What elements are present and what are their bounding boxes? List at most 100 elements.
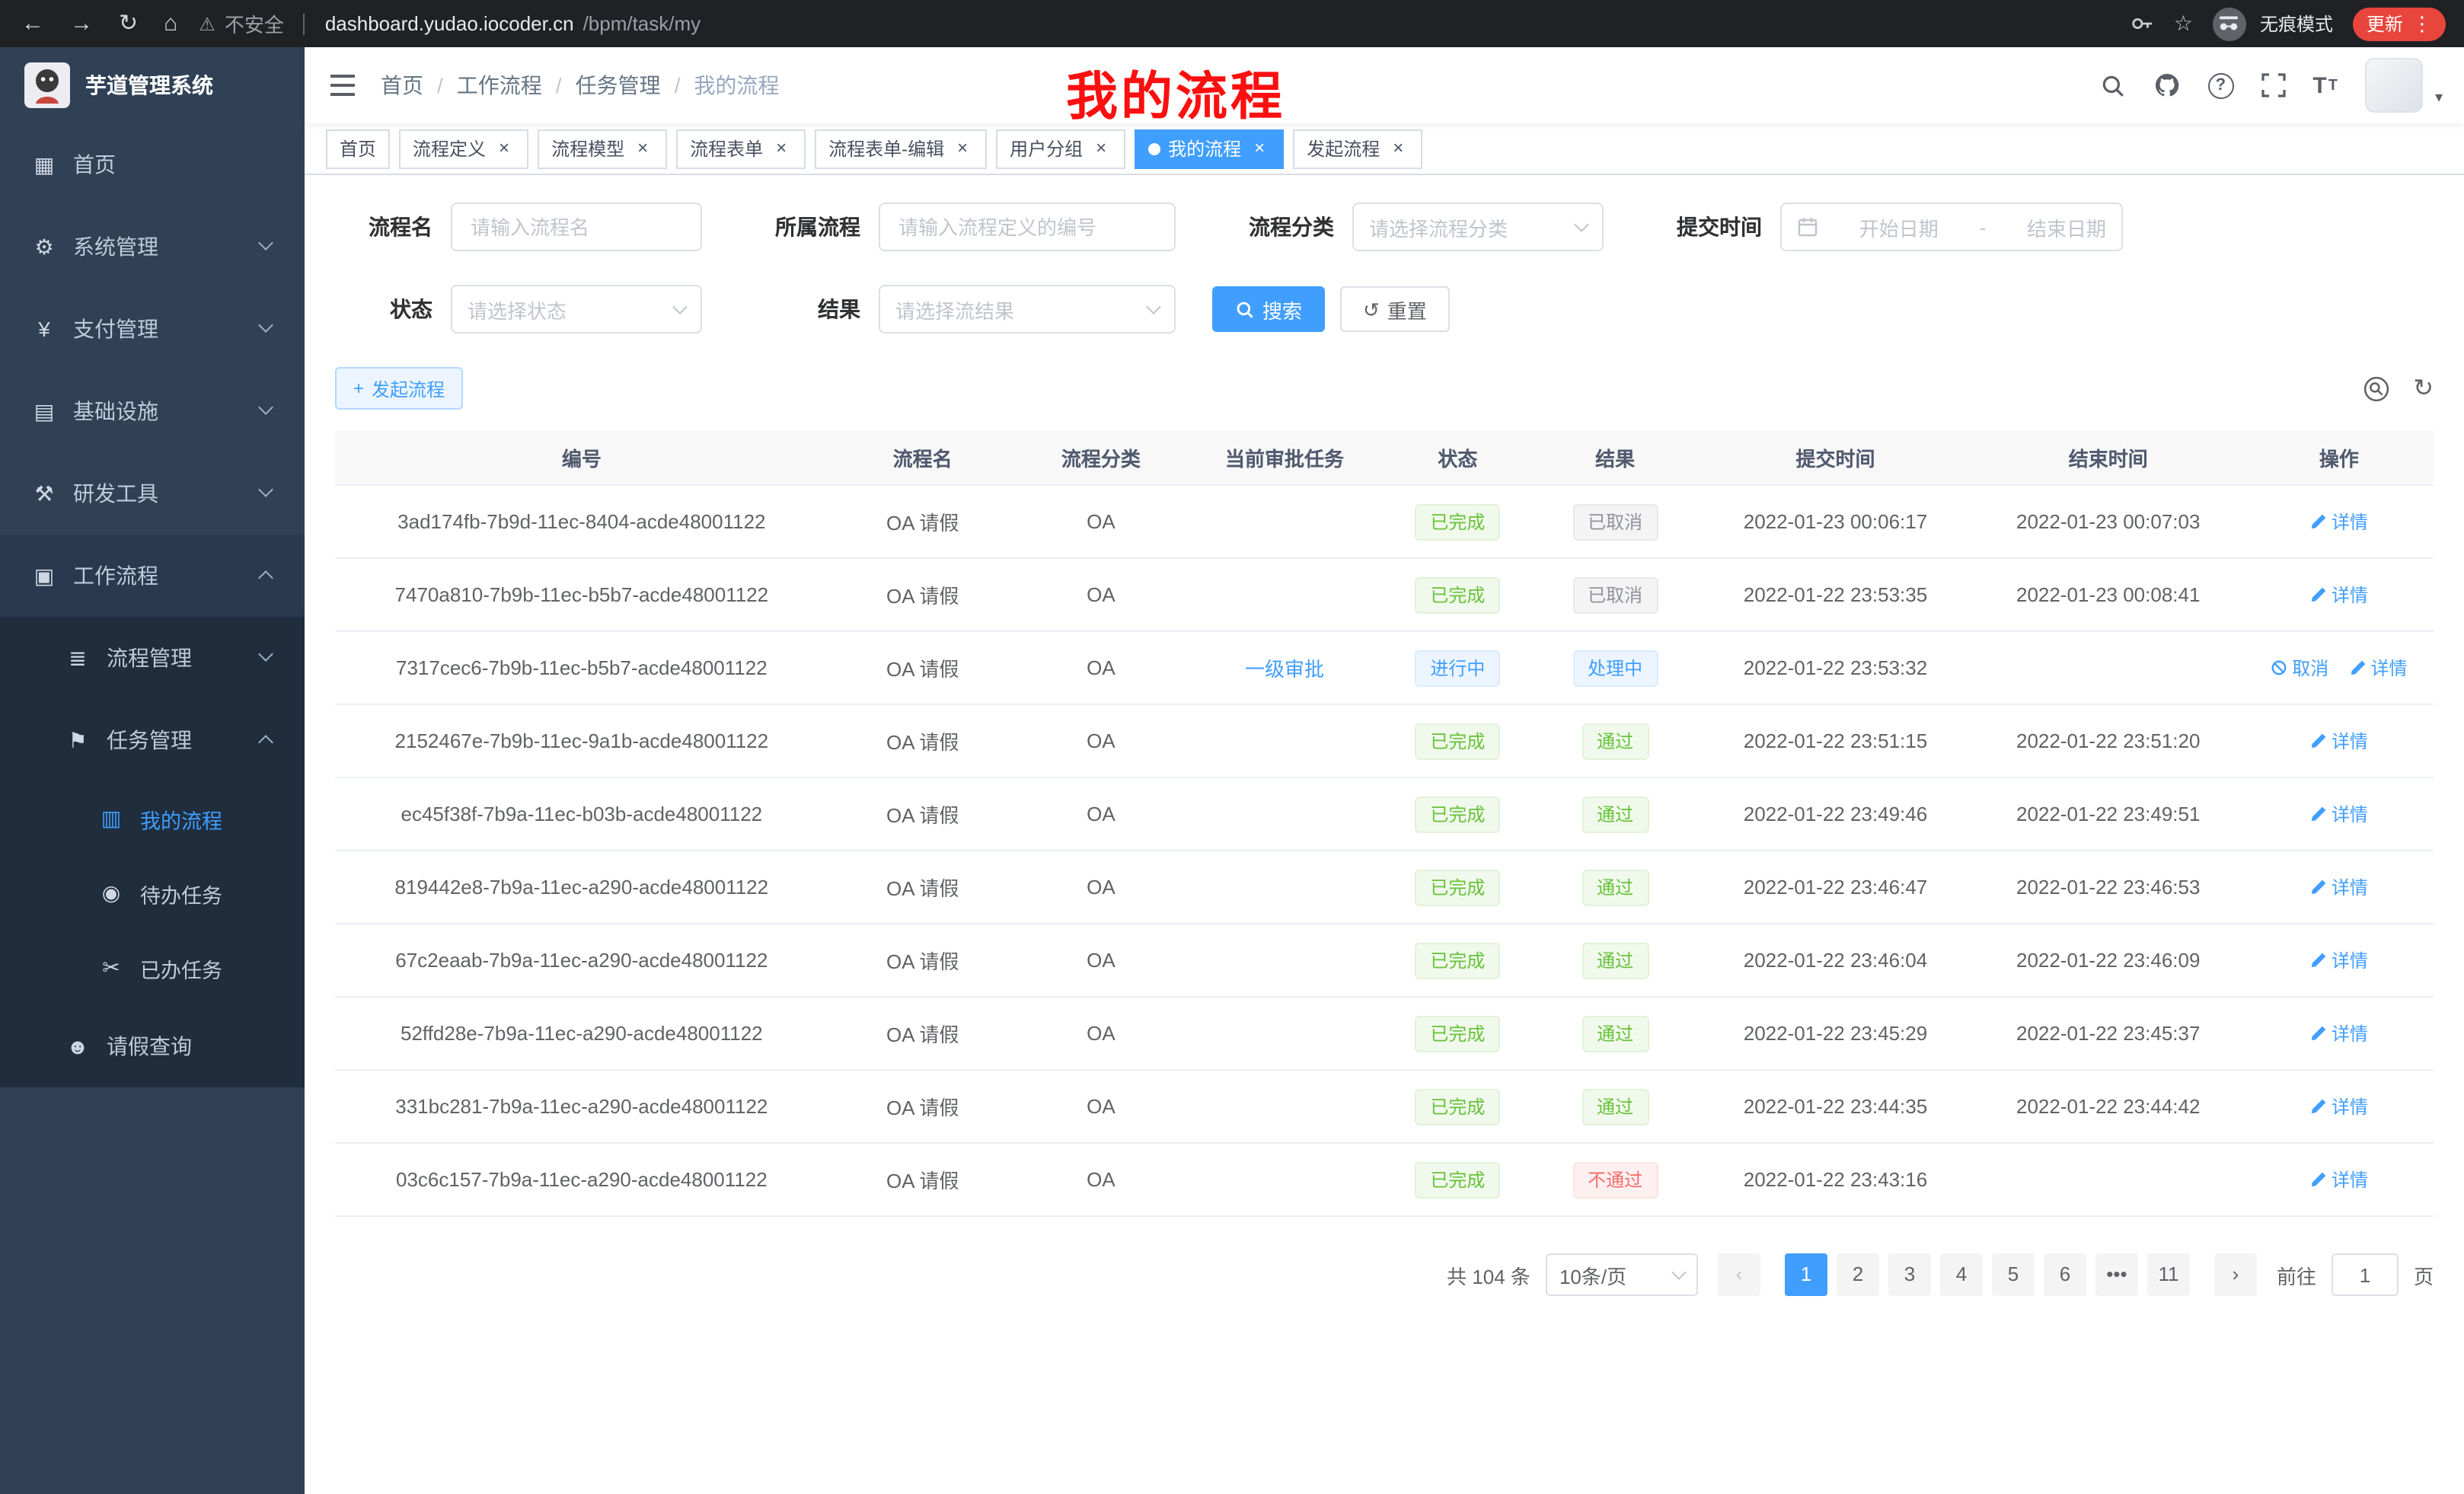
cell-id: 3ad174fb-7b9d-11ec-8404-acde48001122: [335, 510, 828, 533]
close-icon[interactable]: ×: [952, 138, 973, 159]
breadcrumb-workflow[interactable]: 工作流程: [457, 70, 542, 101]
sidebar-item-leave-query[interactable]: ☻ 请假查询: [0, 1005, 305, 1087]
sidebar-item-system[interactable]: ⚙ 系统管理: [0, 206, 305, 288]
address-bar[interactable]: ⚠ 不安全 dashboard.yudao.iocoder.cn/bpm/tas…: [199, 9, 2113, 38]
page-button[interactable]: •••: [2095, 1253, 2138, 1296]
scissors-icon: ✂: [97, 955, 125, 981]
category-select[interactable]: 请选择流程分类: [1352, 203, 1604, 251]
cell-id: 819442e8-7b9a-11ec-a290-acde48001122: [335, 876, 828, 899]
detail-link[interactable]: 详情: [2310, 801, 2368, 827]
page-button[interactable]: 3: [1888, 1253, 1931, 1296]
tab[interactable]: 流程定义 ×: [399, 129, 528, 168]
detail-link[interactable]: 详情: [2310, 728, 2368, 754]
github-icon[interactable]: [2153, 72, 2180, 99]
detail-link[interactable]: 详情: [2349, 655, 2407, 681]
close-icon[interactable]: ×: [632, 138, 653, 159]
chevron-down-icon: [1671, 1265, 1687, 1280]
submit-time-range-picker[interactable]: 开始日期 - 结束日期: [1780, 203, 2123, 251]
toggle-search-icon[interactable]: [2363, 375, 2389, 401]
tab[interactable]: 流程表单 ×: [676, 129, 806, 168]
detail-link[interactable]: 详情: [2310, 1167, 2368, 1192]
tab[interactable]: 用户分组 ×: [996, 129, 1125, 168]
owner-process-label: 所属流程: [739, 212, 860, 242]
sidebar-item-infrastructure[interactable]: ▤ 基础设施: [0, 370, 305, 452]
help-icon[interactable]: ?: [2207, 72, 2233, 98]
sidebar-item-label: 系统管理: [73, 231, 158, 262]
sidebar-item-payment[interactable]: ¥ 支付管理: [0, 288, 305, 370]
breadcrumb-home[interactable]: 首页: [381, 70, 423, 101]
current-task-link[interactable]: 一级审批: [1245, 658, 1324, 681]
browser-home-icon[interactable]: ⌂: [164, 12, 177, 35]
back-icon[interactable]: ←: [21, 12, 44, 35]
sidebar-item-workflow[interactable]: ▣ 工作流程: [0, 535, 305, 617]
browser-update-button[interactable]: 更新 ⋮: [2353, 7, 2446, 40]
result-tag: 处理中: [1572, 650, 1658, 686]
owner-process-input[interactable]: [879, 203, 1176, 251]
reload-icon[interactable]: ↻: [119, 12, 138, 35]
page-button[interactable]: 2: [1837, 1253, 1879, 1296]
status-tag: 已完成: [1415, 723, 1500, 759]
status-tag: 进行中: [1415, 650, 1500, 686]
status-select[interactable]: 请选择状态: [451, 285, 702, 334]
sidebar-item-home[interactable]: ▦ 首页: [0, 123, 305, 206]
cell-category: OA: [1017, 583, 1185, 606]
bookmark-star-icon[interactable]: ☆: [2174, 11, 2193, 37]
tab[interactable]: 首页 ×: [326, 129, 390, 168]
search-button[interactable]: 搜索: [1212, 286, 1325, 332]
breadcrumb-task-management[interactable]: 任务管理: [576, 70, 661, 101]
page-button[interactable]: 11: [2147, 1253, 2190, 1296]
cancel-link[interactable]: 取消: [2271, 655, 2328, 681]
tab[interactable]: 流程表单-编辑 ×: [815, 129, 987, 168]
tab[interactable]: 流程模型 ×: [538, 129, 667, 168]
detail-link[interactable]: 详情: [2310, 874, 2368, 900]
browser-menu-icon[interactable]: ⋮: [2412, 11, 2432, 36]
sidebar-item-dev-tools[interactable]: ⚒ 研发工具: [0, 452, 305, 535]
prev-page-button[interactable]: ‹: [1718, 1253, 1760, 1296]
sidebar-toggle-icon[interactable]: [329, 73, 356, 97]
next-page-button[interactable]: ›: [2214, 1253, 2257, 1296]
chevron-down-icon: [258, 235, 273, 251]
cell-end-time: 2022-01-23 00:07:03: [1972, 510, 2245, 533]
sidebar-item-my-process[interactable]: ▥ 我的流程: [0, 781, 305, 856]
sidebar-item-done-tasks[interactable]: ✂ 已办任务: [0, 931, 305, 1005]
search-icon[interactable]: [2099, 72, 2125, 98]
close-icon[interactable]: ×: [1387, 138, 1409, 159]
detail-link[interactable]: 详情: [2310, 1093, 2368, 1119]
page-button[interactable]: 4: [1940, 1253, 1983, 1296]
sidebar-item-task-management[interactable]: ⚑ 任务管理: [0, 699, 305, 781]
tab[interactable]: 发起流程 ×: [1293, 129, 1422, 168]
password-key-icon[interactable]: [2131, 12, 2154, 35]
user-avatar[interactable]: [2365, 58, 2423, 113]
forward-icon[interactable]: →: [70, 12, 93, 35]
sidebar-item-process-management[interactable]: ≣ 流程管理: [0, 617, 305, 699]
close-icon[interactable]: ×: [1249, 138, 1270, 159]
page-size-select[interactable]: 10条/页: [1546, 1253, 1698, 1296]
detail-link[interactable]: 详情: [2310, 1020, 2368, 1046]
sidebar-item-label: 研发工具: [73, 478, 158, 509]
page-button[interactable]: 5: [1992, 1253, 2035, 1296]
close-icon[interactable]: ×: [493, 138, 515, 159]
process-name-input[interactable]: [451, 203, 702, 251]
goto-page-input[interactable]: [2332, 1253, 2399, 1296]
page-button[interactable]: 1: [1785, 1253, 1827, 1296]
cell-id: 331bc281-7b9a-11ec-a290-acde48001122: [335, 1095, 828, 1118]
close-icon[interactable]: ×: [771, 138, 792, 159]
detail-link[interactable]: 详情: [2310, 509, 2368, 535]
table-row: 3ad174fb-7b9d-11ec-8404-acde48001122 OA …: [335, 486, 2434, 559]
close-icon[interactable]: ×: [1090, 138, 1112, 159]
font-size-icon[interactable]: TT: [2312, 72, 2338, 98]
page-button[interactable]: 6: [2044, 1253, 2086, 1296]
reset-button[interactable]: ↺ 重置: [1340, 286, 1450, 332]
not-secure-label: 不安全: [225, 9, 284, 38]
refresh-icon[interactable]: ↻: [2413, 373, 2434, 404]
sidebar-item-todo-tasks[interactable]: ◉ 待办任务: [0, 856, 305, 931]
cell-category: OA: [1017, 876, 1185, 899]
fullscreen-icon[interactable]: [2261, 73, 2285, 97]
cell-actions: 详情: [2245, 582, 2434, 608]
cell-actions: 详情: [2245, 509, 2434, 535]
start-process-button[interactable]: + 发起流程: [335, 367, 463, 410]
detail-link[interactable]: 详情: [2310, 947, 2368, 973]
detail-link[interactable]: 详情: [2310, 582, 2368, 608]
result-select[interactable]: 请选择流结果: [879, 285, 1176, 334]
tab[interactable]: 我的流程 ×: [1135, 129, 1284, 168]
